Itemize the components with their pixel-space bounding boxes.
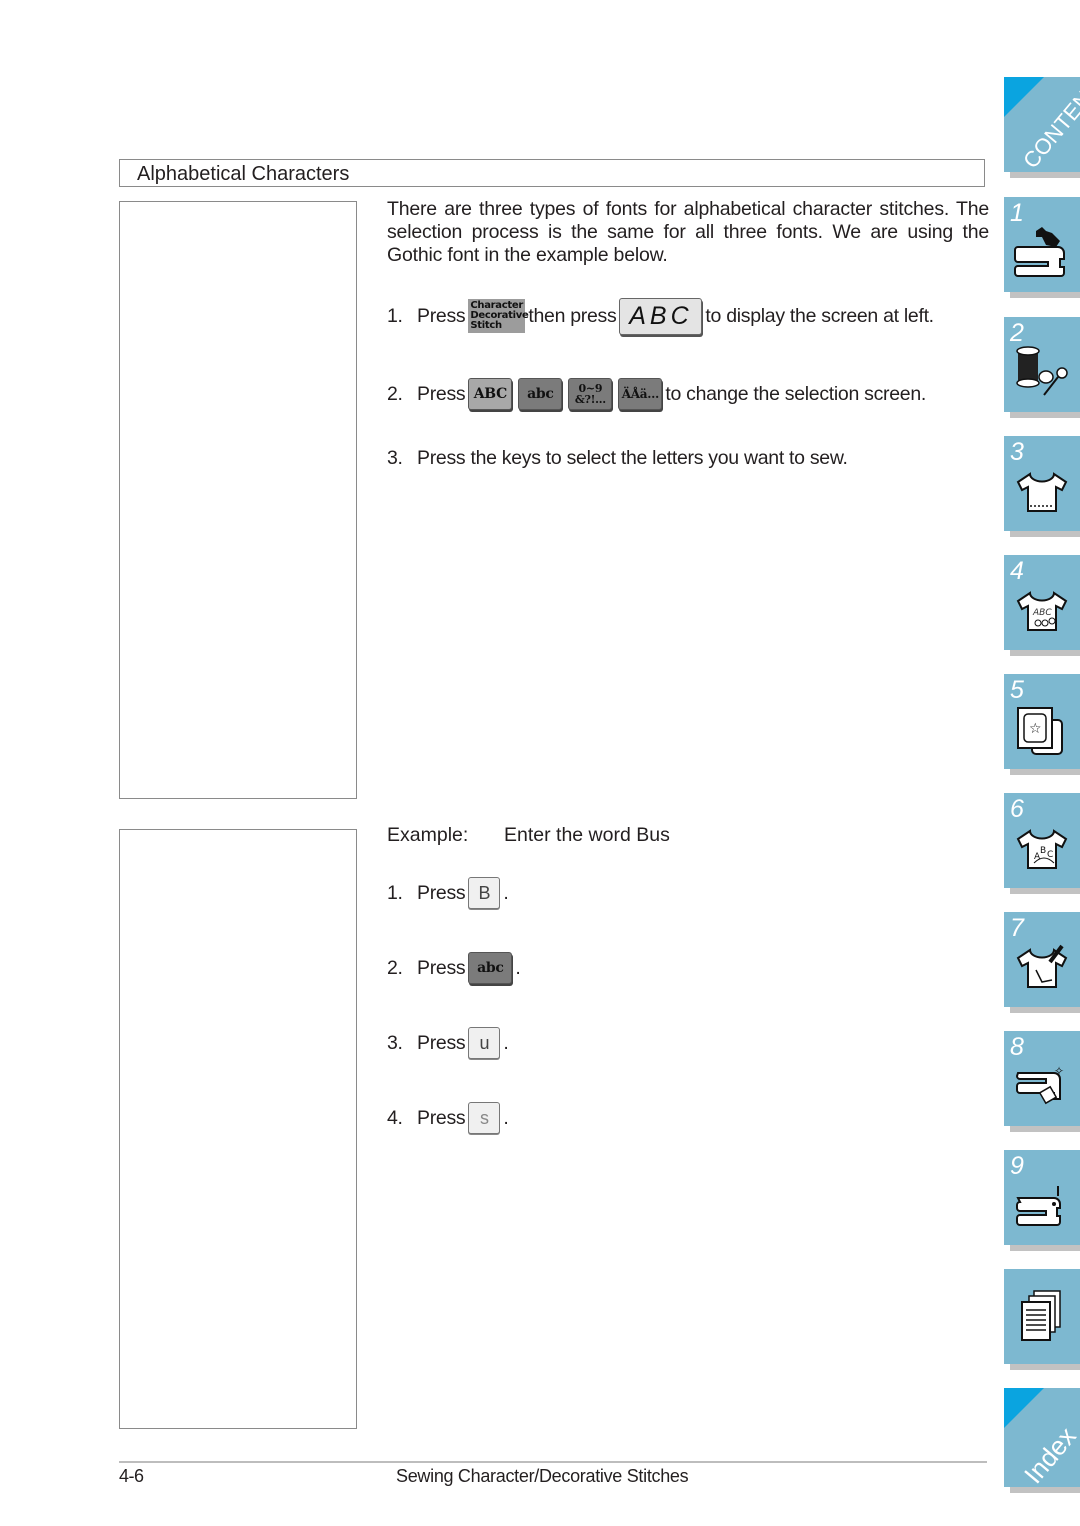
letter-s-key[interactable]: s [468,1102,501,1134]
section-title: Alphabetical Characters [137,163,350,185]
uppercase-key[interactable]: ABC [468,378,513,410]
lowercase-key[interactable]: abc [468,952,513,984]
step-3: 3. Press the keys to select the letters … [387,446,848,469]
tab-shadow [1010,1245,1080,1251]
machine-maintenance-icon: ✧ [1015,1064,1064,1105]
shirt-letters-icon: A B C [1016,829,1068,869]
tab-contents[interactable]: CONTENTS [1004,64,1080,173]
tab-shadow [1010,650,1080,656]
tab-chapter-4[interactable]: 4 ABC [1004,555,1080,650]
tab-shadow [1010,1364,1080,1370]
tab-shadow [1010,888,1080,894]
page-number: 4-6 [119,1466,144,1486]
tab-index-label: Index [1018,1421,1080,1490]
chapter-title: Sewing Character/Decorative Stitches [396,1466,689,1486]
tab-shadow [1010,412,1080,418]
thread-spool-scissors-icon [1016,346,1068,396]
svg-text:☆: ☆ [1029,721,1042,737]
example-heading: Example: Enter the word Bus [387,824,670,846]
letter-u-key[interactable]: u [468,1027,501,1059]
tab-corner-accent [1004,77,1044,117]
tab-chapter-2[interactable]: 2 [1004,317,1080,412]
tab-chapter-6[interactable]: 6 A B C [1004,793,1080,888]
svg-text:✧: ✧ [1054,1064,1064,1078]
example-step-2: 2. Press abc. [387,950,521,986]
svg-text:B: B [1040,846,1046,856]
documents-icon [1021,1290,1061,1341]
tab-shadow [1010,292,1080,298]
tab-shadow [1010,1126,1080,1132]
tab-index[interactable]: Index [1004,1388,1080,1490]
step-1: 1. Press Character Decorative Stitch the… [387,297,934,335]
footer-divider [119,1461,987,1463]
tab-chapter-1[interactable]: 1 [1004,197,1080,292]
example-step-3: 3. Press u. [387,1025,509,1061]
tab-chapter-9[interactable]: 9 [1004,1150,1080,1245]
tab-shadow [1010,172,1080,178]
tab-appendix[interactable] [1004,1269,1080,1364]
shirt-stitch-icon [1016,472,1068,512]
tab-chapter-3[interactable]: 3 [1004,436,1080,531]
tab-chapter-8[interactable]: 8 ✧ [1004,1031,1080,1126]
lowercase-key[interactable]: abc [518,378,563,410]
sewing-machine-hand-icon [1014,227,1065,277]
shirt-embroidery-icon: ABC [1016,591,1068,631]
example-step-1: 1. Press B. [387,875,509,911]
shirt-pen-icon [1016,944,1068,988]
tab-shadow [1010,1007,1080,1013]
step-2: 2. Press ABC abc 0~9 &?!… ÄÅä… to change… [387,376,926,412]
tab-shadow [1010,1487,1080,1493]
example-step-4: 4. Press s. [387,1100,509,1136]
character-decorative-stitch-key[interactable]: Character Decorative Stitch [468,299,529,333]
tab-shadow [1010,769,1080,775]
svg-text:ABC: ABC [1032,608,1052,618]
abc-font-key[interactable]: ABC [619,297,703,335]
tab-shadow [1010,531,1080,537]
tab-chapter-5[interactable]: 5 ☆ [1004,674,1080,769]
intro-paragraph: There are three types of fonts for alpha… [387,198,989,266]
section-header: Alphabetical Characters [119,159,985,187]
accented-chars-key[interactable]: ÄÅä… [618,378,663,410]
tab-chapter-7[interactable]: 7 [1004,912,1080,1007]
tab-corner-accent [1004,1388,1044,1428]
letter-b-key[interactable]: B [468,877,501,909]
embroidery-frame-icon: ☆ [1017,707,1063,755]
screen-image-bottom [119,829,357,1429]
sewing-machine-needle-icon [1016,1186,1061,1226]
screen-image-top [119,201,357,799]
numbers-symbols-key[interactable]: 0~9 &?!… [568,378,613,410]
